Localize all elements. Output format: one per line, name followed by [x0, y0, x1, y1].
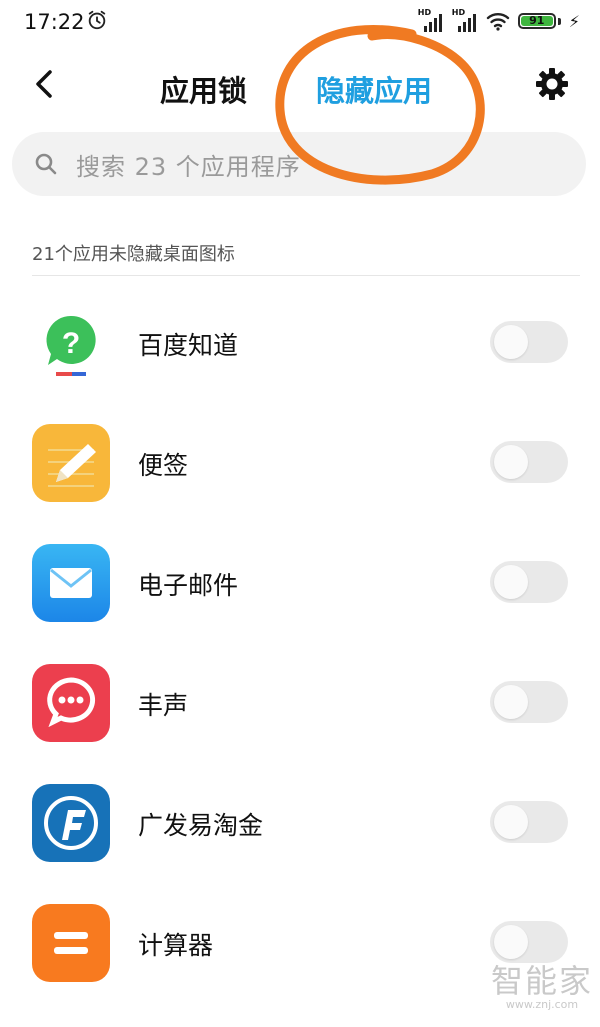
- notes-icon: [32, 424, 110, 502]
- back-arrow-icon[interactable]: [28, 66, 64, 102]
- gear-icon[interactable]: [532, 64, 572, 104]
- svg-text:?: ?: [62, 327, 80, 360]
- header: 应用锁 隐藏应用: [0, 48, 600, 124]
- section-label: 21个应用未隐藏桌面图标: [32, 244, 235, 265]
- cell-signal-icon-2: HD: [452, 8, 478, 32]
- gf-yitaojin-icon: [32, 784, 110, 862]
- hide-toggle[interactable]: [490, 681, 568, 723]
- app-name: 电子邮件: [138, 571, 239, 600]
- alarm-clock-icon: [88, 10, 106, 30]
- baidu-zhidao-icon: ?: [32, 304, 110, 382]
- app-row-gf-yitaojin[interactable]: 广发易淘金: [0, 764, 600, 884]
- search-placeholder: 搜索 23 个应用程序: [76, 152, 301, 181]
- battery-level: 91: [529, 14, 545, 27]
- tab-app-lock[interactable]: 应用锁: [160, 68, 247, 110]
- app-name: 便签: [138, 451, 189, 480]
- app-list: ? 百度知道 便签 电子邮件 丰声 广发易淘金 计算器: [0, 284, 600, 1004]
- hide-toggle[interactable]: [490, 561, 568, 603]
- hide-toggle[interactable]: [490, 321, 568, 363]
- app-row-email[interactable]: 电子邮件: [0, 524, 600, 644]
- calculator-icon: [32, 904, 110, 982]
- app-name: 计算器: [138, 931, 214, 960]
- app-row-fengsheng[interactable]: 丰声: [0, 644, 600, 764]
- hide-toggle[interactable]: [490, 801, 568, 843]
- watermark: 智能家 www.znj.com: [488, 964, 596, 1012]
- email-icon: [32, 544, 110, 622]
- wifi-icon: [486, 13, 509, 31]
- divider: [32, 275, 580, 276]
- app-name: 百度知道: [138, 331, 239, 360]
- hide-toggle[interactable]: [490, 441, 568, 483]
- hide-toggle[interactable]: [490, 921, 568, 963]
- charging-icon: ⚡: [568, 11, 580, 31]
- status-time: 17:22: [24, 10, 85, 34]
- app-row-baidu-zhidao[interactable]: ? 百度知道: [0, 284, 600, 404]
- watermark-text: 智能家: [490, 962, 593, 1000]
- tab-hidden-apps[interactable]: 隐藏应用: [316, 68, 432, 110]
- watermark-url: www.znj.com: [505, 998, 579, 1011]
- fengsheng-icon: [32, 664, 110, 742]
- search-icon: [35, 153, 57, 175]
- battery-tip: [557, 17, 561, 25]
- app-name: 丰声: [138, 691, 189, 720]
- app-name: 广发易淘金: [138, 811, 264, 840]
- app-row-notes[interactable]: 便签: [0, 404, 600, 524]
- status-bar: 17:22 HD HD 91 ⚡: [0, 0, 600, 44]
- battery-icon: 91: [517, 13, 556, 29]
- status-icons: HD HD 91 ⚡: [418, 8, 580, 34]
- search-input[interactable]: 搜索 23 个应用程序: [12, 132, 586, 196]
- cell-signal-icon: HD: [418, 8, 444, 32]
